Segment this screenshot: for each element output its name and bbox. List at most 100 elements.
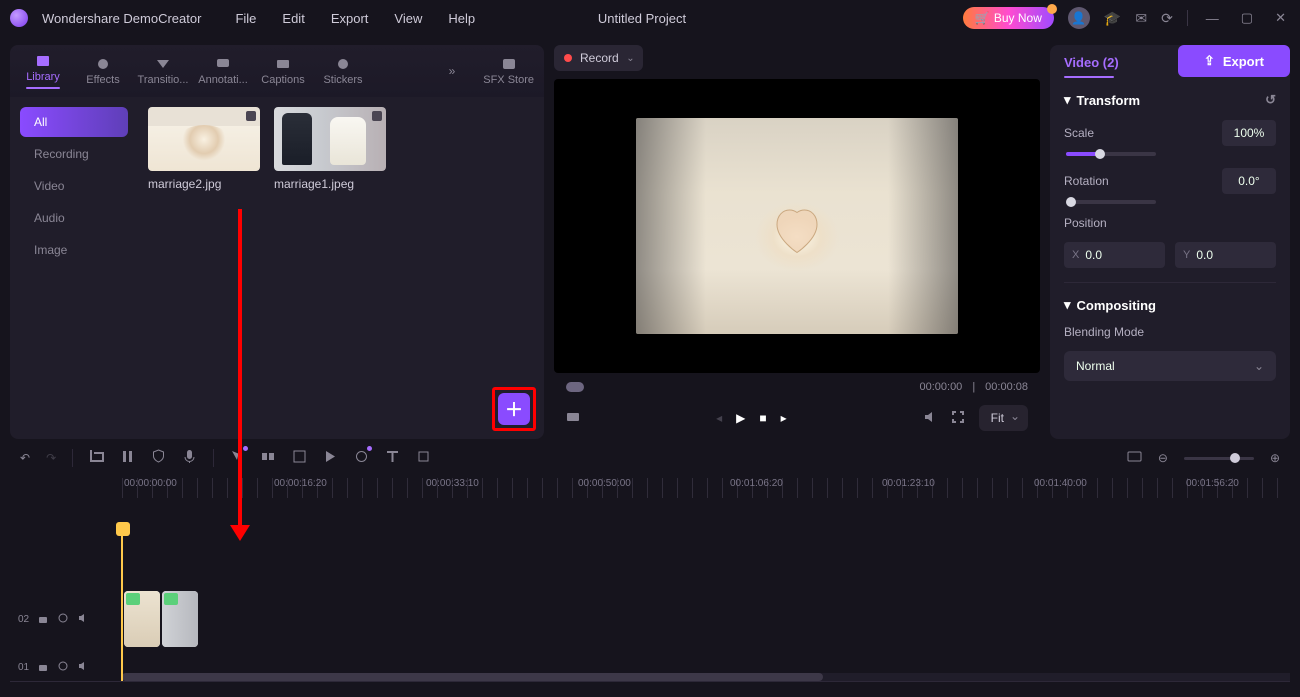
chevron-down-icon: ⌄: [626, 53, 634, 64]
tab-sfx-store[interactable]: SFX Store: [483, 56, 534, 86]
tab-annotations[interactable]: Annotati...: [200, 52, 246, 90]
blending-mode-value: Normal: [1076, 359, 1115, 373]
next-frame-button[interactable]: ▸: [781, 411, 787, 425]
snapshot-button[interactable]: [566, 410, 580, 427]
marker-button[interactable]: [416, 449, 431, 467]
cursor-fx-button[interactable]: [230, 449, 245, 467]
sidebar-item-audio[interactable]: Audio: [20, 203, 128, 233]
preview-time-total: 00:00:08: [985, 381, 1028, 393]
collapse-icon[interactable]: ▾: [1064, 297, 1071, 313]
text-button[interactable]: [385, 449, 400, 467]
preview-image: [636, 118, 958, 334]
menu-file[interactable]: File: [229, 7, 262, 30]
titlebar-right: 🛒 Buy Now 👤 🎓 ✉ ⟳ — ▢ ✕: [963, 7, 1290, 29]
menu-edit[interactable]: Edit: [276, 7, 310, 30]
track-mute-button[interactable]: [77, 612, 89, 627]
timeline-zoom-slider[interactable]: [1184, 457, 1254, 460]
preview-toggle[interactable]: [566, 382, 584, 392]
annotations-icon: [215, 56, 231, 72]
track-lane[interactable]: [122, 588, 1290, 650]
tab-library[interactable]: Library: [20, 49, 66, 93]
redo-button[interactable]: ↷: [46, 451, 56, 465]
sidebar-item-recording[interactable]: Recording: [20, 139, 128, 169]
position-y-input[interactable]: Y 0.0: [1175, 242, 1276, 268]
tab-transitions[interactable]: Transitio...: [140, 52, 186, 90]
rotation-value[interactable]: 0.0°: [1222, 168, 1276, 194]
reset-transform-button[interactable]: ↺: [1265, 92, 1276, 108]
title-bar: Wondershare DemoCreator File Edit Export…: [0, 0, 1300, 36]
tab-effects[interactable]: Effects: [80, 52, 126, 90]
ruler-label: 00:00:33:10: [426, 478, 479, 489]
sidebar-item-all[interactable]: All: [20, 107, 128, 137]
mail-icon[interactable]: ✉: [1135, 10, 1147, 27]
separator: [1187, 10, 1188, 26]
collapse-icon[interactable]: ▾: [1064, 92, 1071, 108]
track-number: 02: [18, 614, 29, 625]
export-button[interactable]: ⇪ Export: [1178, 45, 1290, 77]
track-lock-button[interactable]: [37, 612, 49, 627]
tabs-more-button[interactable]: »: [449, 64, 456, 78]
window-maximize-button[interactable]: ▢: [1237, 10, 1257, 26]
headset-icon[interactable]: ⟳: [1161, 10, 1173, 27]
prev-frame-button[interactable]: ◂: [716, 411, 722, 425]
undo-button[interactable]: ↶: [20, 451, 30, 465]
timeline-clip[interactable]: [124, 591, 160, 647]
play-button[interactable]: ▶: [736, 411, 745, 425]
track-mute-button[interactable]: [77, 660, 89, 675]
scale-value[interactable]: 100%: [1222, 120, 1276, 146]
clip-type-icon: [164, 593, 178, 605]
graduation-icon[interactable]: 🎓: [1104, 10, 1121, 27]
clip-type-icon: [126, 593, 140, 605]
preview-viewport[interactable]: [554, 79, 1040, 373]
buy-now-button[interactable]: 🛒 Buy Now: [963, 7, 1054, 29]
fullscreen-button[interactable]: [951, 410, 965, 427]
stop-button[interactable]: ■: [759, 411, 766, 425]
ruler-label: 00:00:16:20: [274, 478, 327, 489]
timeline-clip[interactable]: [162, 591, 198, 647]
user-avatar[interactable]: 👤: [1068, 7, 1090, 29]
window-close-button[interactable]: ✕: [1271, 10, 1290, 26]
transform-section-label: Transform: [1077, 93, 1141, 108]
crop-button[interactable]: [89, 449, 104, 467]
position-x-input[interactable]: X 0.0: [1064, 242, 1165, 268]
add-media-button[interactable]: ＋: [496, 391, 532, 427]
left-tabs: Library Effects Transitio... Annotati...…: [10, 45, 544, 97]
split-button[interactable]: [120, 449, 135, 467]
fit-timeline-button[interactable]: [1127, 449, 1142, 467]
preview-fit-select[interactable]: Fit: [979, 405, 1028, 431]
time-separator: |: [972, 381, 975, 393]
sidebar-item-video[interactable]: Video: [20, 171, 128, 201]
window-minimize-button[interactable]: —: [1202, 11, 1223, 26]
record-dropdown[interactable]: Record ⌄: [554, 45, 643, 71]
voiceover-button[interactable]: [182, 449, 197, 467]
circle-button[interactable]: [354, 449, 369, 467]
volume-button[interactable]: [923, 410, 937, 427]
record-label: Record: [580, 51, 619, 65]
sidebar-item-image[interactable]: Image: [20, 235, 128, 265]
notification-dot-icon: [1047, 4, 1057, 14]
tab-captions[interactable]: Captions: [260, 52, 306, 90]
track-visibility-button[interactable]: [57, 660, 69, 675]
track-head: 01: [10, 660, 122, 675]
scale-slider[interactable]: [1066, 152, 1156, 156]
plus-icon: ＋: [498, 393, 530, 425]
zoom-in-button[interactable]: ⊕: [1270, 451, 1280, 465]
media-item[interactable]: marriage2.jpg: [148, 107, 260, 191]
blending-mode-label: Blending Mode: [1064, 325, 1144, 339]
shield-button[interactable]: [151, 449, 166, 467]
position-x-axis-label: X: [1072, 249, 1079, 261]
group-button[interactable]: [261, 449, 276, 467]
rotation-slider[interactable]: [1066, 200, 1156, 204]
tab-stickers[interactable]: Stickers: [320, 52, 366, 90]
pan-zoom-button[interactable]: [292, 449, 307, 467]
zoom-out-button[interactable]: ⊖: [1158, 451, 1168, 465]
track-lock-button[interactable]: [37, 660, 49, 675]
captions-icon: [275, 56, 291, 72]
media-item[interactable]: marriage1.jpeg: [274, 107, 386, 191]
track-visibility-button[interactable]: [57, 612, 69, 627]
speed-button[interactable]: [323, 449, 338, 467]
timeline-playhead[interactable]: [122, 502, 124, 682]
blending-mode-select[interactable]: Normal: [1064, 351, 1276, 381]
timeline-scrollbar[interactable]: [122, 673, 1290, 681]
timeline-ruler[interactable]: 00:00:00:00 00:00:16:20 00:00:33:10 00:0…: [122, 478, 1290, 498]
